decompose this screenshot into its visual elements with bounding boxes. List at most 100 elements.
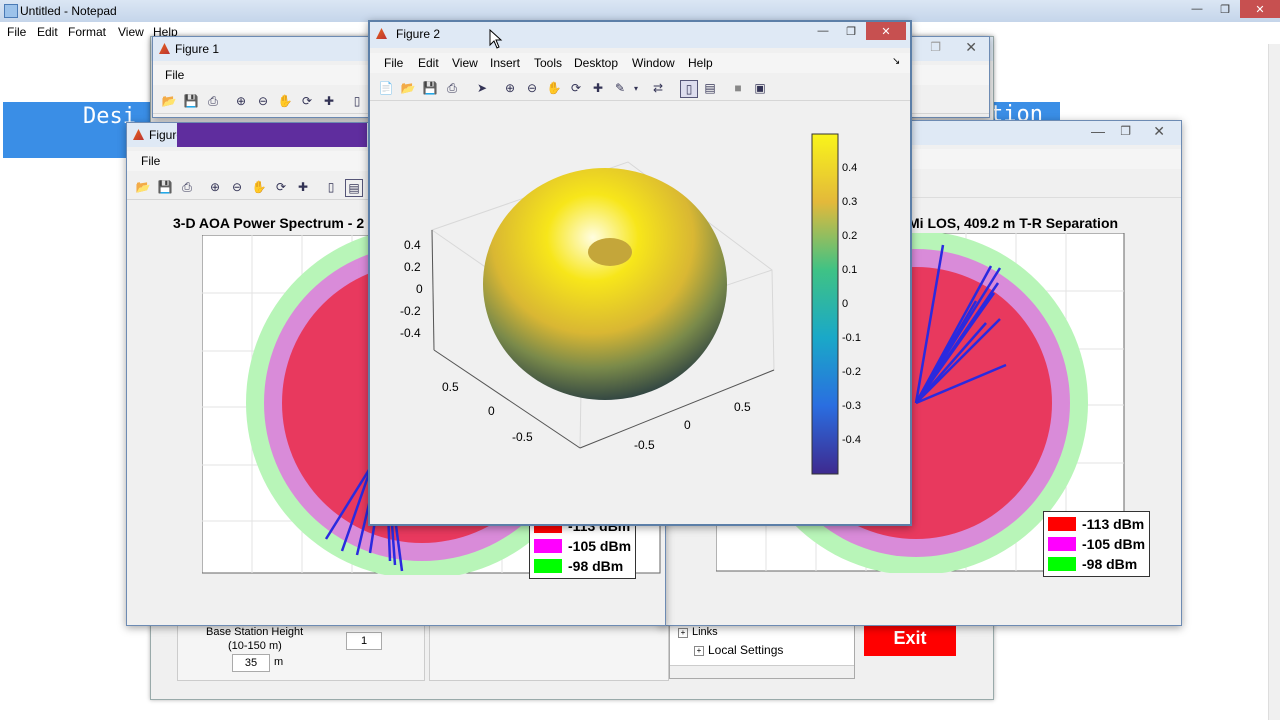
close-icon[interactable]: ✕ [965,39,977,56]
open-icon[interactable]: 📂 [135,179,151,195]
bs-height-input[interactable]: 35 [232,654,270,672]
figure3-title-highlight [177,123,367,147]
pan-icon[interactable]: ✋ [251,179,267,195]
chevron-down-icon[interactable]: ▾ [628,80,644,96]
figure2-title-bar: Figure 2 — ❐ ✕ [370,22,910,48]
legend-label: -98 dBm [568,558,624,574]
settings-tree[interactable]: + Links + Local Settings [669,623,855,679]
close-icon[interactable]: ✕ [866,22,906,40]
colorbar-tick-label: -0.4 [842,434,861,446]
data-cursor-icon[interactable]: ✚ [590,80,606,96]
figure1-menu-file[interactable]: File [165,68,184,82]
middle-panel [429,623,669,681]
legend-item: -98 dBm [1048,554,1145,574]
torus-hole [588,238,632,266]
print-icon[interactable]: ⎙ [179,179,195,195]
print-icon[interactable]: ⎙ [205,93,221,109]
data-cursor-icon[interactable]: ✚ [295,179,311,195]
y-tick-label: 0.5 [734,400,751,414]
colorbar-tick-label: 0.4 [842,162,858,174]
x-tick-label: 0 [488,404,495,418]
hide-plot-tools-icon[interactable]: ■ [730,80,746,96]
legend-swatch [534,539,562,553]
notepad-scrollbar[interactable] [1268,44,1280,720]
figure2-menu-window[interactable]: Window [632,56,675,70]
zoom-in-icon[interactable]: ⊕ [233,93,249,109]
figure2-menu-desktop[interactable]: Desktop [574,56,618,70]
x-tick-label: 0.5 [442,380,459,394]
colorbar-icon[interactable]: ▯ [323,179,339,195]
notepad-menu-format[interactable]: Format [68,25,106,39]
close-icon[interactable]: ✕ [1153,123,1165,140]
zoom-out-icon[interactable]: ⊖ [229,179,245,195]
minimize-icon[interactable]: — [1091,123,1105,139]
pan-icon[interactable]: ✋ [546,80,562,96]
figure2-menu-help[interactable]: Help [688,56,713,70]
expand-icon[interactable]: + [678,628,688,638]
figure2-menu-edit[interactable]: Edit [418,56,439,70]
minimize-icon[interactable]: — [810,22,836,40]
colorbar-tick-label: 0.2 [842,230,858,242]
new-figure-icon[interactable]: 📄 [378,80,394,96]
print-icon[interactable]: ⎙ [444,80,460,96]
zoom-out-icon[interactable]: ⊖ [524,80,540,96]
legend-item: -113 dBm [1048,514,1145,534]
save-icon[interactable]: 💾 [183,93,199,109]
tree-item-label: Links [692,626,718,638]
select-pointer-icon[interactable]: ➤ [474,80,490,96]
close-icon[interactable]: ✕ [1240,0,1280,18]
brush-icon[interactable]: ✎ [612,80,628,96]
figure2-3d-axes [431,133,839,475]
expand-icon[interactable]: + [694,646,704,656]
pan-icon[interactable]: ✋ [277,93,293,109]
y-tick-label: -0.5 [634,438,655,452]
open-icon[interactable]: 📂 [400,80,416,96]
rotate-icon[interactable]: ⟳ [568,80,584,96]
figure2-title: Figure 2 [396,27,441,41]
notepad-menu-edit[interactable]: Edit [37,25,58,39]
maximize-icon[interactable]: ❐ [838,22,864,40]
tree-h-scrollbar[interactable] [670,665,854,678]
notepad-menu-file[interactable]: File [7,25,26,39]
colorbar-icon[interactable]: ▯ [680,80,698,98]
colorbar [811,133,839,475]
rotate-icon[interactable]: ⟳ [273,179,289,195]
figure3-menu-file[interactable]: File [141,154,160,168]
legend-item: -98 dBm [534,556,631,576]
figure2-menu-file[interactable]: File [384,56,403,70]
bs-height-panel: Base Station Height (10-150 m) 35 m 1 [177,623,425,681]
maximize-icon[interactable]: ❐ [1120,124,1131,138]
tree-item-local-settings[interactable]: + Local Settings [694,643,783,657]
rotate-icon[interactable]: ⟳ [299,93,315,109]
minimize-icon[interactable]: — [1184,0,1210,18]
legend-icon[interactable]: ▤ [702,80,718,96]
figure2-menu-insert[interactable]: Insert [490,56,520,70]
dock-arrow-icon[interactable]: ↘ [892,56,900,67]
count-input[interactable]: 1 [346,632,382,650]
figure2-menu-tools[interactable]: Tools [534,56,562,70]
save-icon[interactable]: 💾 [157,179,173,195]
colorbar-tick-label: -0.3 [842,400,861,412]
open-icon[interactable]: 📂 [161,93,177,109]
figure1-title: Figure 1 [175,42,220,56]
save-icon[interactable]: 💾 [422,80,438,96]
link-plot-icon[interactable]: ⇄ [650,80,666,96]
show-plot-tools-icon[interactable]: ▣ [752,80,768,96]
x-tick-label: -0.5 [512,430,533,444]
legend-label: -105 dBm [1082,536,1146,552]
data-cursor-icon[interactable]: ✚ [321,93,337,109]
zoom-out-icon[interactable]: ⊖ [255,93,271,109]
z-tick-label: 0 [416,282,423,296]
notepad-menu-view[interactable]: View [118,25,144,39]
zoom-in-icon[interactable]: ⊕ [502,80,518,96]
legend-icon[interactable]: ▤ [345,179,363,197]
colorbar-icon[interactable]: ▯ [349,93,365,109]
maximize-icon[interactable]: ❐ [1212,0,1238,18]
tree-item-links[interactable]: + Links [678,626,718,638]
legend-swatch [534,559,562,573]
figure2-menu-view[interactable]: View [452,56,478,70]
maximize-icon[interactable]: ❐ [930,40,941,54]
zoom-in-icon[interactable]: ⊕ [207,179,223,195]
notepad-window-controls: — ❐ ✕ [1184,0,1280,18]
legend-item: -105 dBm [1048,534,1145,554]
